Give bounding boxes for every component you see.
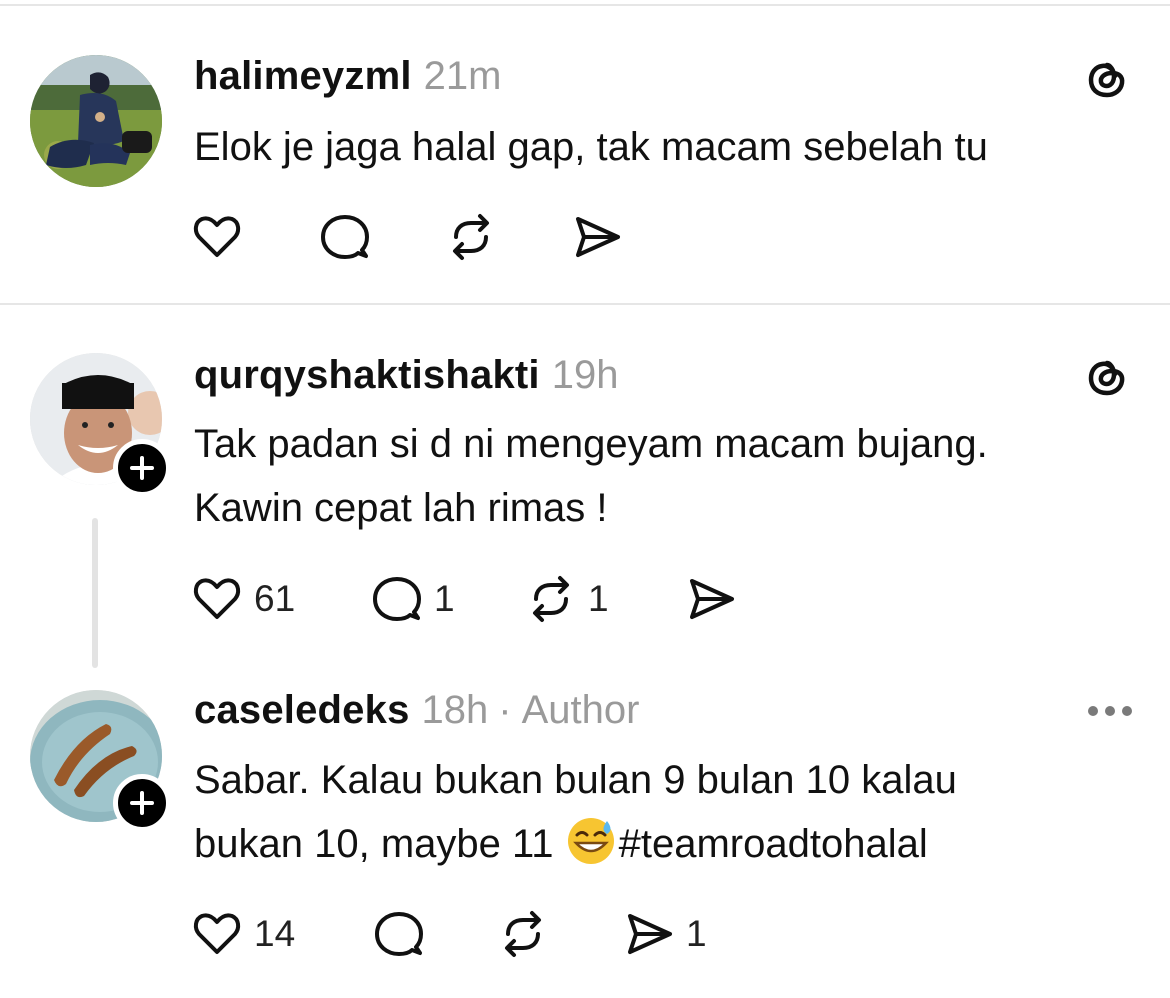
post-text: Sabar. Kalau bukan bulan 9 bulan 10 kala… <box>194 748 1134 876</box>
username[interactable]: caseledeks <box>194 688 410 733</box>
post-text-segment: bukan 10, maybe 11 <box>194 822 565 866</box>
share-button[interactable]: 1 <box>622 904 707 964</box>
hashtag-link[interactable]: #teamroadtohalal <box>619 822 928 866</box>
comment-bubble-icon <box>375 912 423 956</box>
threads-replies-page: halimeyzml 21m Elok je jaga halal gap, t… <box>0 0 1170 998</box>
follow-button[interactable] <box>113 774 171 832</box>
reply-button[interactable] <box>372 904 426 964</box>
separator-dot: · <box>498 688 512 732</box>
post-header: caseledeks 18h · Author <box>194 688 639 733</box>
repost-icon <box>505 911 541 957</box>
share-count: 1 <box>686 913 707 954</box>
timestamp: 18h <box>421 688 489 732</box>
send-icon <box>628 914 672 954</box>
plus-icon <box>130 791 154 815</box>
repost-button[interactable] <box>496 904 550 964</box>
more-options-icon[interactable] <box>1088 706 1132 716</box>
author-label: Author <box>521 688 640 732</box>
like-count: 14 <box>254 913 296 954</box>
reply-post: caseledeks 18h · Author Sabar. Kalau buk… <box>0 0 1170 998</box>
post-text-line: Sabar. Kalau bukan bulan 9 bulan 10 kala… <box>194 758 957 802</box>
post-text-line-2: bukan 10, maybe 11 #teamroadtohalal <box>194 812 1134 876</box>
heart-icon <box>193 913 241 954</box>
grinning-face-with-sweat-emoji <box>567 818 614 864</box>
like-button[interactable]: 14 <box>190 904 295 964</box>
